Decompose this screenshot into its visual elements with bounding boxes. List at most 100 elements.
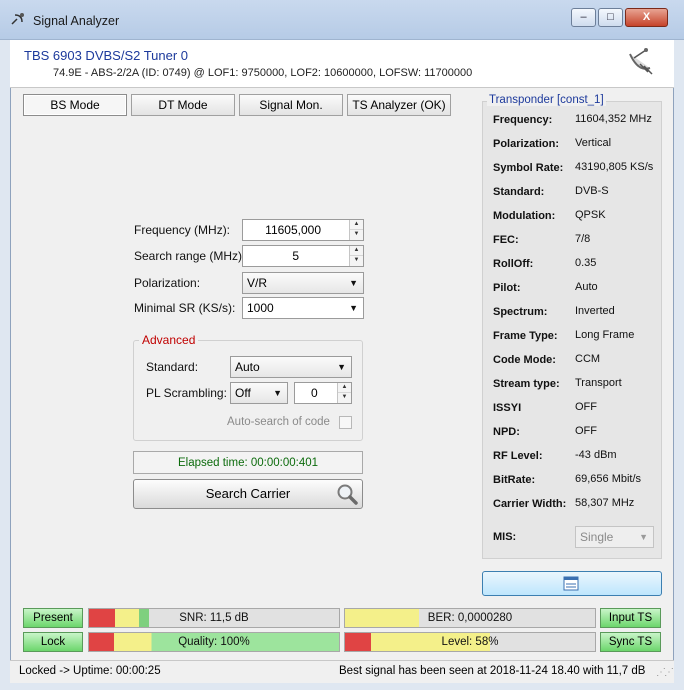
minimal-sr-combobox[interactable]: 1000 ▼ — [242, 297, 364, 319]
tp-val-issyi: OFF — [575, 401, 597, 413]
transponder-title: Transponder [const_1] — [487, 94, 606, 106]
tab-dt-mode[interactable]: DT Mode — [131, 94, 235, 116]
minimize-button[interactable]: – — [571, 8, 596, 27]
tp-val-frame-type: Long Frame — [575, 329, 635, 341]
tp-key-rolloff: RollOff: — [493, 258, 534, 270]
minimal-sr-label: Minimal SR (KS/s): — [134, 301, 236, 315]
tp-key-symbol-rate: Symbol Rate: — [493, 162, 564, 174]
standard-value: Auto — [235, 360, 260, 374]
pl-code-value: 0 — [311, 386, 318, 400]
lock-indicator: Lock — [23, 632, 83, 652]
device-title: TBS 6903 DVBS/S2 Tuner 0 — [24, 48, 189, 63]
tp-val-carrier-width: 58,307 MHz — [575, 497, 635, 509]
spin-up-icon[interactable]: ▲ — [350, 220, 363, 230]
polarization-select[interactable]: V/R ▼ — [242, 272, 364, 294]
present-indicator: Present — [23, 608, 83, 628]
tp-key-code-mode: Code Mode: — [493, 354, 556, 366]
auto-search-checkbox[interactable] — [339, 416, 352, 429]
mis-label: MIS: — [493, 531, 517, 543]
chevron-down-icon: ▼ — [349, 303, 358, 313]
spin-up-icon[interactable]: ▲ — [350, 246, 363, 256]
tab-bs-mode[interactable]: BS Mode — [23, 94, 127, 116]
tp-key-fec: FEC: — [493, 234, 519, 246]
tp-val-modulation: QPSK — [575, 209, 606, 221]
search-range-label: Search range (MHz): — [134, 249, 246, 263]
tp-val-polarization: Vertical — [575, 137, 612, 149]
resize-grip-icon[interactable]: ⋰⋰ — [656, 666, 674, 680]
spin-down-icon[interactable]: ▼ — [350, 230, 363, 239]
spin-down-icon[interactable]: ▼ — [338, 393, 351, 402]
chevron-down-icon: ▼ — [337, 362, 346, 372]
search-carrier-button[interactable]: Search Carrier — [133, 479, 363, 509]
tab-signal-mon[interactable]: Signal Mon. — [239, 94, 343, 116]
maximize-button[interactable]: □ — [598, 8, 623, 27]
tp-val-spectrum: Inverted — [575, 305, 615, 317]
tp-val-bitrate: 69,656 Mbit/s — [575, 473, 642, 485]
tp-val-frequency: 11604,352 MHz — [575, 113, 652, 125]
chevron-down-icon: ▼ — [273, 388, 282, 398]
mis-select[interactable]: Single ▼ — [575, 526, 654, 548]
satellite-dish-icon — [11, 13, 24, 25]
tp-val-symbol-rate: 43190,805 KS/s — [575, 161, 654, 173]
frequency-label: Frequency (MHz): — [134, 223, 231, 237]
tp-val-standard: DVB-S — [575, 185, 609, 197]
dish-icon — [629, 48, 653, 75]
tp-key-carrier-width: Carrier Width: — [493, 498, 567, 510]
search-carrier-label: Search Carrier — [205, 486, 291, 501]
tp-key-modulation: Modulation: — [493, 210, 556, 222]
magnifier-icon — [337, 484, 358, 505]
sync-ts-indicator: Sync TS — [600, 632, 661, 652]
level-bar: Level: 58% — [344, 632, 596, 652]
tp-val-rolloff: 0.35 — [575, 257, 597, 269]
search-range-spinner[interactable]: ▲ ▼ — [349, 246, 363, 266]
frequency-spinner[interactable]: ▲ ▼ — [349, 220, 363, 240]
pl-code-input[interactable]: 0 ▲ ▼ — [294, 382, 352, 404]
pl-scrambling-value: Off — [235, 386, 251, 400]
tp-key-standard: Standard: — [493, 186, 545, 198]
chevron-down-icon: ▼ — [349, 278, 358, 288]
mis-value: Single — [580, 530, 614, 544]
tp-val-pilot: Auto — [575, 281, 598, 293]
status-uptime: Locked -> Uptime: 00:00:25 — [19, 665, 161, 677]
quality-bar: Quality: 100% — [88, 632, 340, 652]
window-layout-icon — [563, 576, 579, 591]
tp-key-bitrate: BitRate: — [493, 474, 536, 486]
search-range-value: 5 — [292, 249, 299, 263]
ber-text: BER: 0,0000280 — [427, 612, 513, 624]
frequency-input[interactable]: 11605,000 ▲ ▼ — [242, 219, 364, 241]
pl-code-spinner[interactable]: ▲ ▼ — [337, 383, 351, 403]
pl-scrambling-label: PL Scrambling: — [146, 386, 227, 400]
tp-key-rf-level: RF Level: — [493, 450, 543, 462]
polarization-label: Polarization: — [134, 276, 201, 290]
snr-bar: SNR: 11,5 dB — [88, 608, 340, 628]
standard-label: Standard: — [146, 360, 199, 374]
minimal-sr-value: 1000 — [247, 301, 274, 315]
chevron-down-icon: ▼ — [639, 532, 648, 542]
tp-key-stream-type: Stream type: — [493, 378, 560, 390]
pl-scrambling-select[interactable]: Off ▼ — [230, 382, 288, 404]
polarization-value: V/R — [247, 276, 268, 290]
advanced-title: Advanced — [139, 333, 199, 347]
tab-ts-analyzer[interactable]: TS Analyzer (OK) — [347, 94, 451, 116]
input-ts-indicator: Input TS — [600, 608, 661, 628]
level-text: Level: 58% — [441, 636, 499, 648]
quality-text: Quality: 100% — [178, 636, 250, 648]
tp-val-rf-level: -43 dBm — [575, 449, 617, 461]
spin-up-icon[interactable]: ▲ — [338, 383, 351, 393]
tp-key-frequency: Frequency: — [493, 114, 553, 126]
snr-text: SNR: 11,5 dB — [179, 612, 249, 624]
tp-key-polarization: Polarization: — [493, 138, 560, 150]
ber-bar: BER: 0,0000280 — [344, 608, 596, 628]
tp-key-pilot: Pilot: — [493, 282, 521, 294]
frequency-value: 11605,000 — [265, 223, 321, 237]
tp-val-code-mode: CCM — [575, 353, 601, 365]
tp-key-npd: NPD: — [493, 426, 520, 438]
standard-select[interactable]: Auto ▼ — [230, 356, 352, 378]
search-range-input[interactable]: 5 ▲ ▼ — [242, 245, 364, 267]
tp-val-npd: OFF — [575, 425, 597, 437]
close-button[interactable]: X — [625, 8, 668, 27]
auto-search-label: Auto-search of code — [227, 416, 330, 428]
device-subtitle: 74.9E - ABS-2/2A (ID: 0749) @ LOF1: 9750… — [53, 67, 473, 79]
spin-down-icon[interactable]: ▼ — [350, 256, 363, 265]
tp-val-fec: 7/8 — [575, 233, 591, 245]
